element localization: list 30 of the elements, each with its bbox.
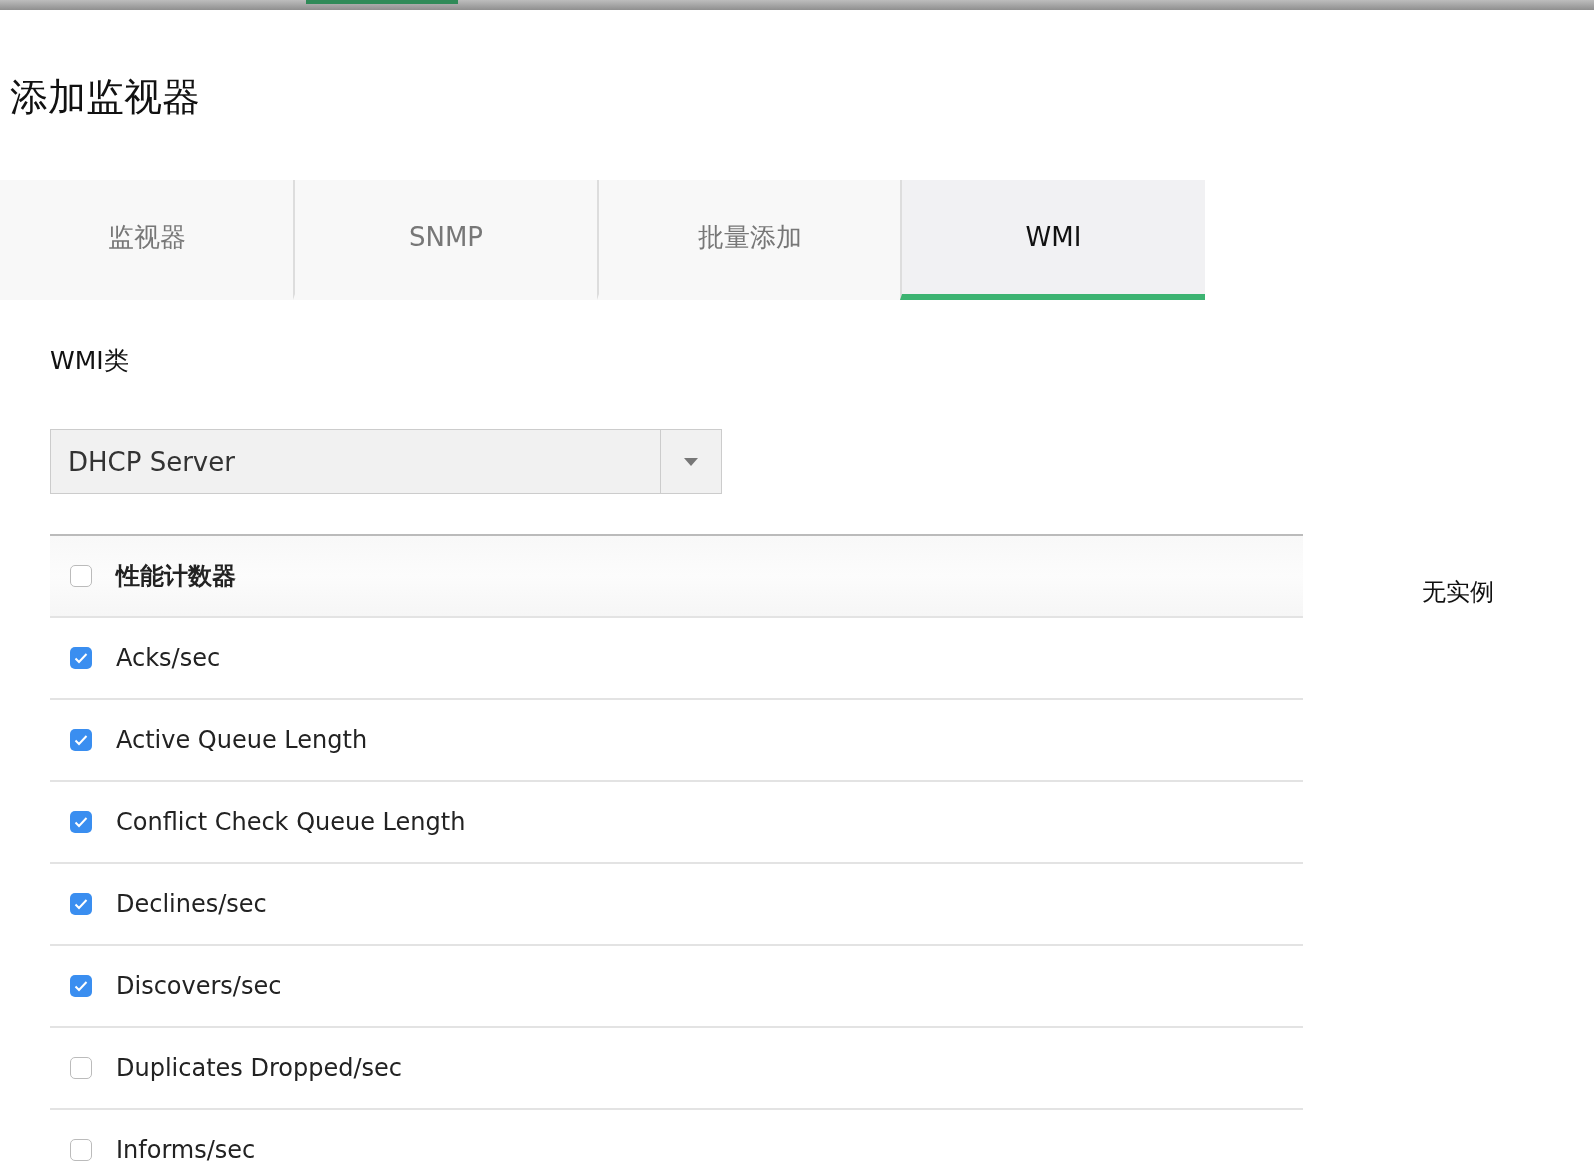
tab[interactable]: 监视器 bbox=[0, 180, 293, 300]
field-label: WMI类 bbox=[50, 345, 130, 377]
counter-name: Informs/sec bbox=[116, 1136, 256, 1164]
tab[interactable]: 批量添加 bbox=[597, 180, 900, 300]
checkbox[interactable] bbox=[70, 647, 92, 669]
checkmark-icon bbox=[74, 816, 88, 828]
page-title: 添加监视器 bbox=[9, 74, 201, 118]
checkbox[interactable] bbox=[70, 893, 92, 915]
counter-name: Conflict Check Queue Length bbox=[116, 808, 466, 836]
no-instances-text: 无实例 bbox=[1422, 577, 1494, 608]
column-header: 性能计数器 bbox=[116, 561, 236, 592]
counter-name: Active Queue Length bbox=[116, 726, 368, 754]
checkbox[interactable] bbox=[70, 1057, 92, 1079]
tab[interactable]: WMI bbox=[900, 180, 1205, 300]
class-select[interactable]: DHCP Server bbox=[50, 429, 722, 494]
counter-name: Discovers/sec bbox=[116, 972, 282, 1000]
checkbox[interactable] bbox=[70, 975, 92, 997]
checkbox[interactable] bbox=[70, 1139, 92, 1161]
checkbox[interactable] bbox=[70, 729, 92, 751]
checkmark-icon bbox=[74, 734, 88, 746]
caret-icon bbox=[684, 457, 698, 466]
checkmark-icon bbox=[74, 898, 88, 910]
tab[interactable]: SNMP bbox=[293, 180, 597, 300]
checkmark-icon bbox=[74, 652, 88, 664]
counter-name: Declines/sec bbox=[116, 890, 267, 918]
checkbox[interactable] bbox=[70, 565, 92, 587]
checkmark-icon bbox=[74, 980, 88, 992]
checkbox[interactable] bbox=[70, 811, 92, 833]
counter-name: Acks/sec bbox=[116, 644, 221, 672]
counter-name: Duplicates Dropped/sec bbox=[116, 1054, 402, 1082]
